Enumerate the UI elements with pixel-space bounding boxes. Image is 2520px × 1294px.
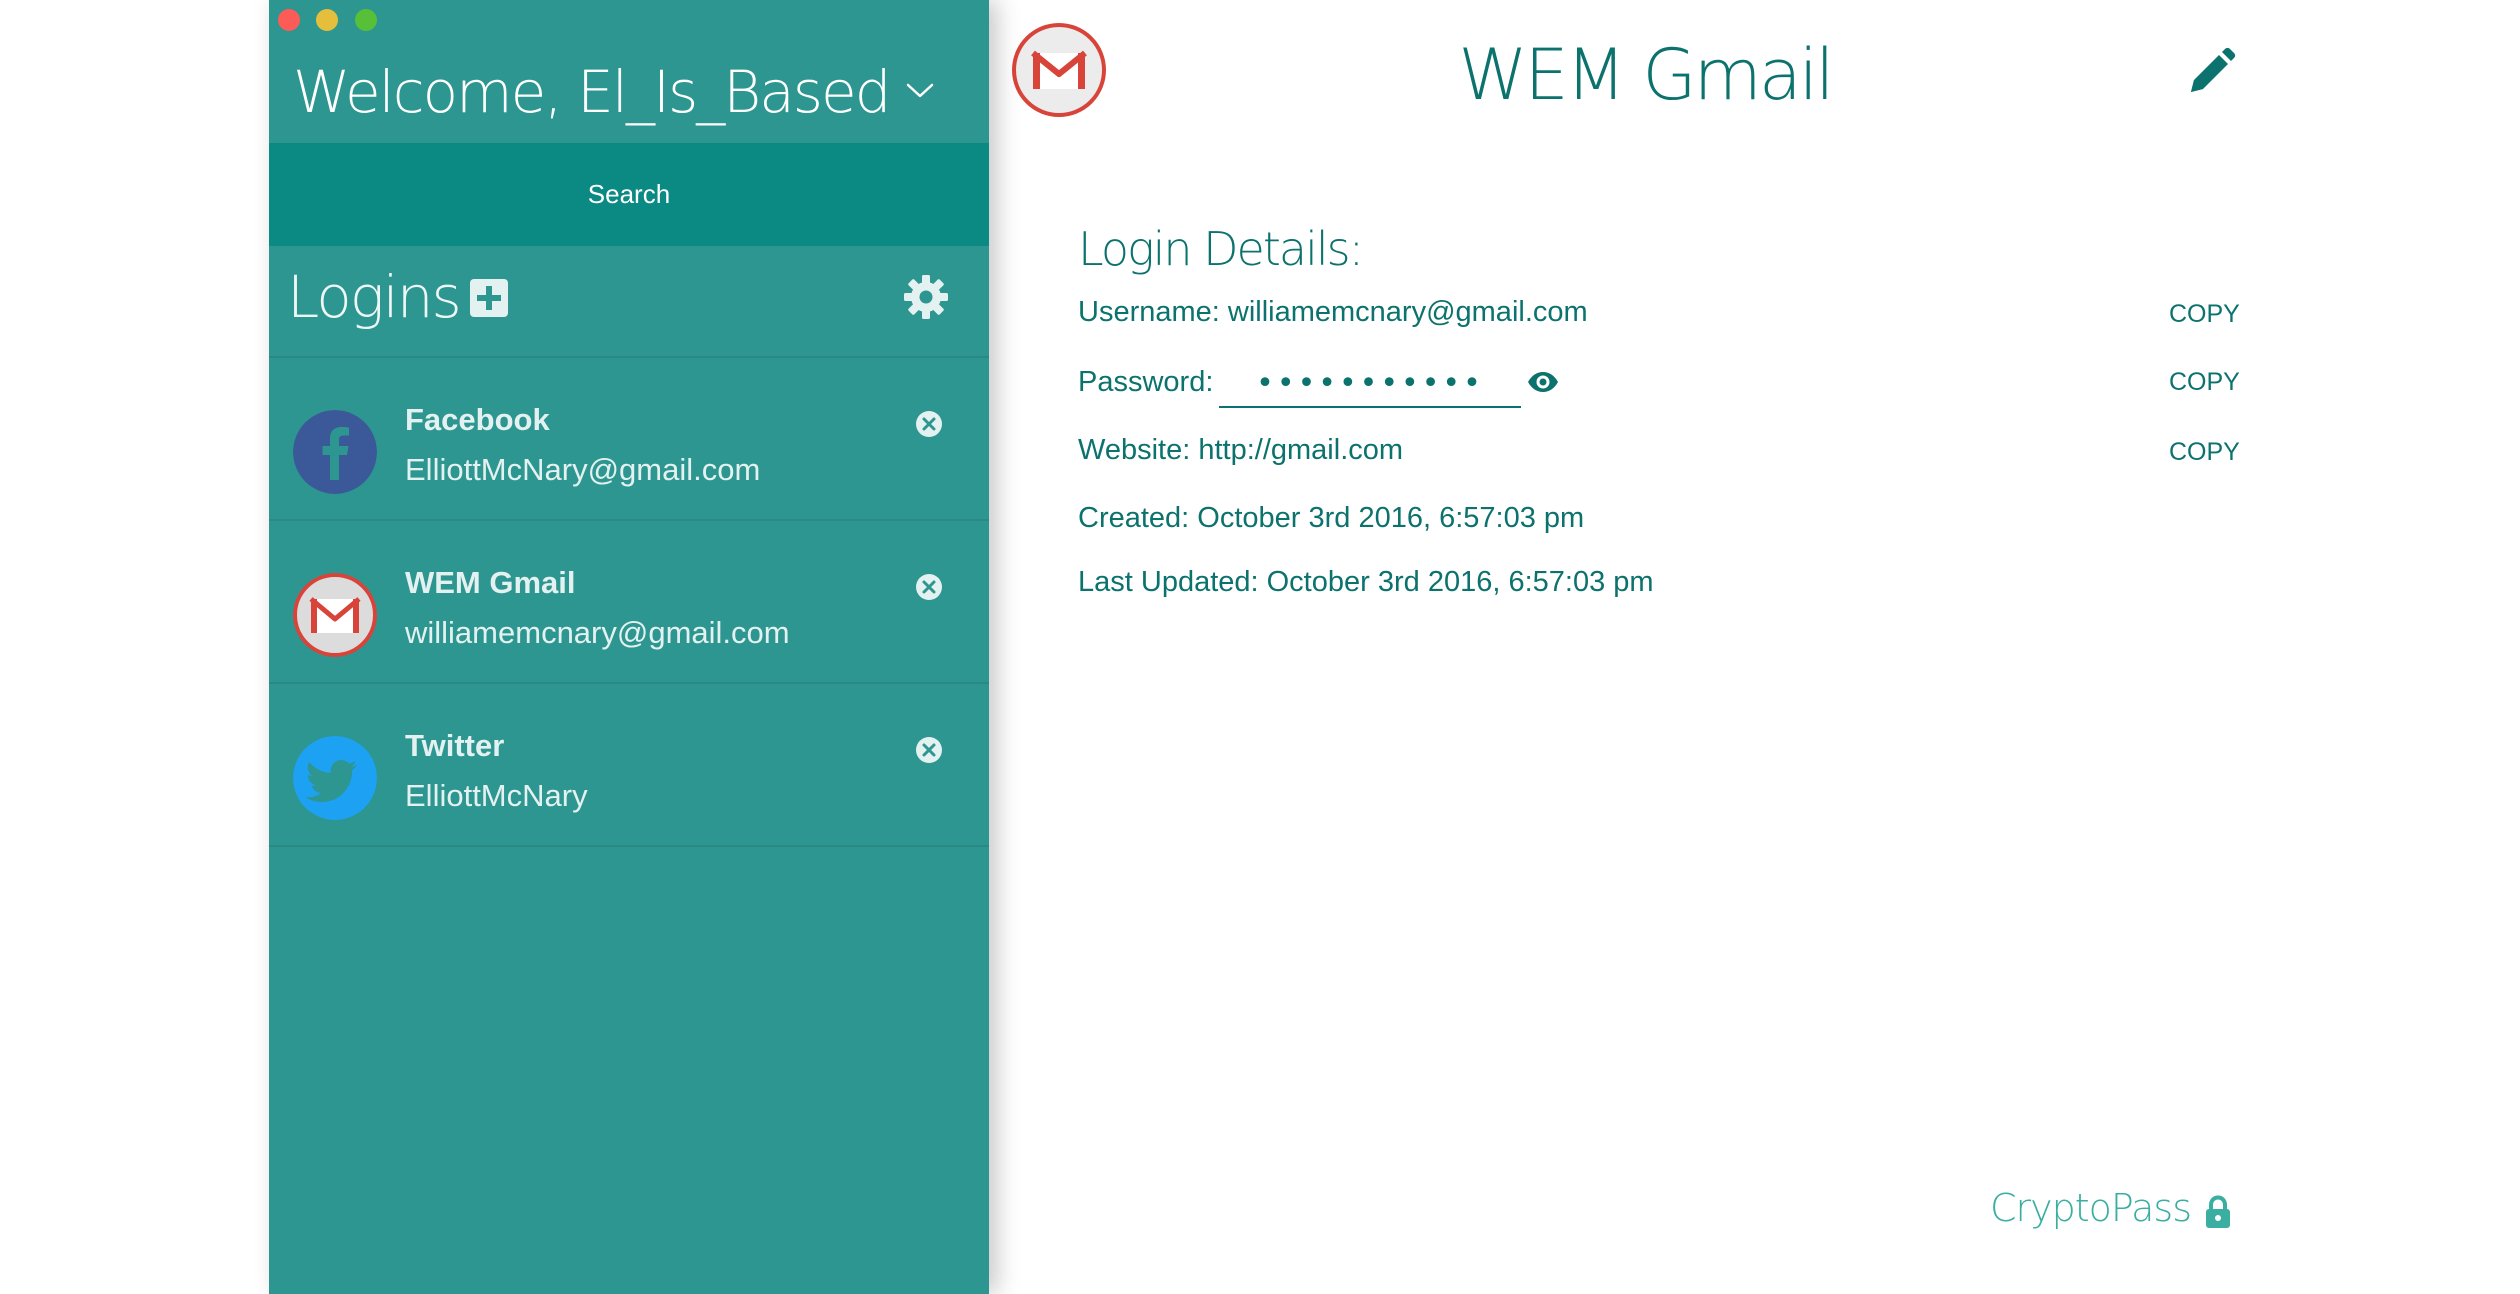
page-title: WEM Gmail bbox=[1458, 34, 1834, 116]
last-updated-field: Last Updated: October 3rd 2016, 6:57:03 … bbox=[1078, 566, 1654, 598]
login-item-twitter[interactable]: Twitter ElliottMcNary bbox=[269, 684, 989, 847]
gmail-icon bbox=[293, 573, 377, 657]
password-label: Password: bbox=[1078, 366, 1214, 398]
login-detail-panel: WEM Gmail Login Details: Username: willi… bbox=[989, 0, 2520, 1294]
created-field: Created: October 3rd 2016, 6:57:03 pm bbox=[1078, 502, 1585, 534]
window-zoom-button[interactable] bbox=[355, 9, 377, 31]
close-icon[interactable] bbox=[915, 736, 943, 764]
login-item-facebook[interactable]: Facebook ElliottMcNary@gmail.com bbox=[269, 358, 989, 521]
logins-title: Logins bbox=[287, 263, 462, 331]
login-item-name: WEM Gmail bbox=[405, 565, 576, 600]
copy-username-button[interactable]: COPY bbox=[2169, 300, 2240, 329]
login-item-name: Facebook bbox=[405, 402, 550, 437]
brand-name: CryptoPass bbox=[1990, 1186, 2192, 1230]
login-item-wem-gmail[interactable]: WEM Gmail williamemcnary@gmail.com bbox=[269, 521, 989, 684]
gmail-icon bbox=[1012, 23, 1106, 117]
login-item-name: Twitter bbox=[405, 728, 505, 763]
close-icon[interactable] bbox=[915, 573, 943, 601]
login-item-username: ElliottMcNary@gmail.com bbox=[405, 452, 761, 487]
facebook-icon bbox=[293, 410, 377, 494]
close-icon[interactable] bbox=[915, 410, 943, 438]
chevron-down-icon[interactable] bbox=[902, 72, 938, 108]
login-list: Facebook ElliottMcNary@gmail.com WEM Gma… bbox=[269, 358, 989, 847]
logins-header: Logins bbox=[269, 246, 989, 358]
website-field: Website: http://gmail.com bbox=[1078, 434, 1404, 466]
login-item-username: williamemcnary@gmail.com bbox=[405, 615, 790, 650]
window-close-button[interactable] bbox=[278, 9, 300, 31]
eye-icon[interactable] bbox=[1527, 370, 1559, 394]
login-details-heading: Login Details: bbox=[1078, 222, 1364, 276]
copy-password-button[interactable]: COPY bbox=[2169, 368, 2240, 397]
password-field[interactable] bbox=[1219, 360, 1521, 408]
username-field: Username: williamemcnary@gmail.com bbox=[1078, 296, 1588, 328]
sidebar: Welcome, El_Is_Based Search Logins Faceb… bbox=[269, 0, 989, 1294]
search-button[interactable]: Search bbox=[269, 143, 989, 246]
lock-icon bbox=[2206, 1195, 2230, 1228]
copy-website-button[interactable]: COPY bbox=[2169, 438, 2240, 467]
window-minimize-button[interactable] bbox=[316, 9, 338, 31]
login-item-username: ElliottMcNary bbox=[405, 778, 588, 813]
pencil-icon[interactable] bbox=[2181, 46, 2237, 102]
welcome-heading: Welcome, El_Is_Based bbox=[293, 58, 892, 126]
add-login-icon[interactable] bbox=[469, 278, 509, 318]
twitter-icon bbox=[293, 736, 377, 820]
gear-icon[interactable] bbox=[903, 274, 949, 320]
